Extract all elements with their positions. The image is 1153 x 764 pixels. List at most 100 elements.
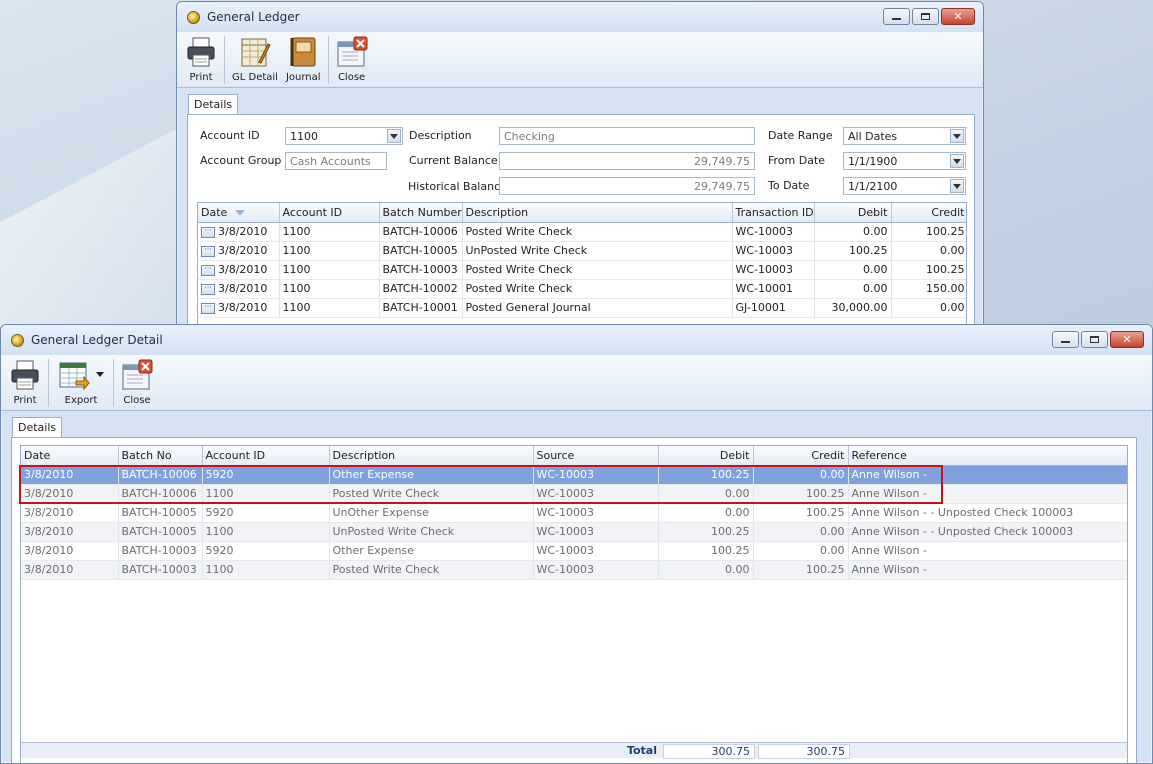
table-cell: Posted Write Check: [462, 279, 733, 299]
table-cell: WC-10003: [732, 241, 815, 261]
table-row[interactable]: 3/8/2010 BATCH-10003 1100 Posted Write Chec…: [21, 560, 1127, 580]
journal-button[interactable]: Journal: [282, 34, 325, 85]
detail-window-title: General Ledger Detail: [31, 333, 163, 347]
table-cell: 1100: [279, 260, 380, 280]
column-header-credit[interactable]: Credit: [891, 203, 966, 223]
close-button[interactable]: Close: [117, 357, 157, 408]
table-row[interactable]: 3/8/2010 BATCH-10005 5920 UnOther Expense WC…: [21, 503, 1127, 523]
column-header-reference[interactable]: Reference: [848, 446, 1127, 466]
table-row[interactable]: ··· 3/8/2010 1100 BATCH-10005 UnPosted Write…: [198, 241, 966, 261]
description-label: Description: [409, 129, 472, 142]
table-cell: 1100: [202, 522, 330, 542]
table-cell: 3/8/2010: [21, 503, 119, 523]
table-row[interactable]: ··· 3/8/2010 1100 BATCH-10001 Posted General…: [198, 298, 966, 318]
chevron-down-icon[interactable]: [950, 154, 964, 168]
chevron-down-icon[interactable]: [96, 371, 104, 377]
date-range-label: Date Range: [768, 129, 833, 142]
chevron-down-icon[interactable]: [950, 129, 964, 143]
totals-row: Total 300.75 300.75: [21, 742, 1127, 759]
table-cell: 0.00: [753, 465, 849, 485]
minimize-button[interactable]: [883, 8, 910, 25]
table-cell: BATCH-10006: [379, 222, 463, 242]
gl-transactions-grid: Date Account ID Batch Number Description…: [197, 202, 967, 330]
table-cell: Anne Wilson -: [848, 541, 1127, 561]
column-header-description[interactable]: Description: [329, 446, 534, 466]
tab-details[interactable]: Details: [188, 94, 239, 116]
row-expand-button[interactable]: ···: [201, 245, 215, 257]
column-header-date[interactable]: Date: [198, 203, 280, 223]
chevron-down-icon[interactable]: [387, 129, 401, 143]
export-button[interactable]: Export: [52, 357, 110, 408]
maximize-button[interactable]: [1081, 331, 1108, 348]
row-expand-button[interactable]: ···: [201, 264, 215, 276]
table-cell: 1100: [279, 279, 380, 299]
column-header-batch-number[interactable]: Batch Number: [379, 203, 463, 223]
table-cell: 1100: [202, 560, 330, 580]
table-row[interactable]: 3/8/2010 BATCH-10003 5920 Other Expense WC-1…: [21, 541, 1127, 561]
description-field: Checking: [499, 127, 755, 145]
close-button[interactable]: Close: [332, 34, 372, 85]
table-cell: BATCH-10005: [379, 241, 463, 261]
print-button[interactable]: Print: [5, 357, 45, 408]
close-window-button[interactable]: ✕: [1110, 331, 1144, 348]
print-button[interactable]: Print: [181, 34, 221, 85]
grid-header-row: Date Batch No Account ID Description Sou…: [21, 446, 1127, 466]
maximize-icon: [1090, 336, 1099, 343]
export-spreadsheet-icon: [59, 362, 90, 391]
column-header-debit[interactable]: Debit: [658, 446, 754, 466]
table-cell: 1100: [279, 241, 380, 261]
table-cell: 100.25: [658, 465, 754, 485]
table-row[interactable]: ··· 3/8/2010 1100 BATCH-10006 Posted Write C…: [198, 222, 966, 242]
printer-icon: [187, 37, 215, 67]
date-range-dropdown[interactable]: All Dates: [843, 127, 966, 145]
column-header-credit[interactable]: Credit: [753, 446, 849, 466]
close-label: Close: [123, 395, 151, 406]
table-row[interactable]: ··· 3/8/2010 1100 BATCH-10002 Posted Write C…: [198, 279, 966, 299]
from-date-label: From Date: [768, 154, 826, 167]
chevron-down-icon[interactable]: [950, 179, 964, 193]
column-header-debit[interactable]: Debit: [814, 203, 892, 223]
row-expand-button[interactable]: ···: [201, 302, 215, 314]
table-cell: UnPosted Write Check: [462, 241, 733, 261]
from-date-picker[interactable]: 1/1/1900: [843, 152, 966, 170]
historical-balance-field: 29,749.75: [499, 177, 755, 195]
gl-detail-button[interactable]: GL Detail: [228, 34, 282, 85]
row-expand-button[interactable]: ···: [201, 226, 215, 238]
table-cell: 3/8/2010: [21, 484, 119, 504]
column-header-date[interactable]: Date: [21, 446, 119, 466]
table-cell: Anne Wilson - - Unposted Check 100003: [848, 522, 1127, 542]
column-header-account-id[interactable]: Account ID: [279, 203, 380, 223]
total-credit: 300.75: [758, 744, 850, 759]
column-header-account-id[interactable]: Account ID: [202, 446, 330, 466]
gl-detail-icon: [241, 38, 271, 67]
table-cell: 5920: [202, 541, 330, 561]
cell-date: ··· 3/8/2010: [198, 279, 280, 299]
gl-titlebar[interactable]: General Ledger ✕: [177, 2, 983, 32]
table-row[interactable]: ··· 3/8/2010 1100 BATCH-10003 Posted Write C…: [198, 260, 966, 280]
row-expand-button[interactable]: ···: [201, 283, 215, 295]
table-cell: BATCH-10003: [379, 260, 463, 280]
to-date-picker[interactable]: 1/1/2100: [843, 177, 966, 195]
table-cell: Anne Wilson -: [848, 465, 1127, 485]
column-header-batch-no[interactable]: Batch No: [118, 446, 203, 466]
table-cell: 0.00: [658, 503, 754, 523]
table-cell: Other Expense: [329, 465, 534, 485]
table-cell: 5920: [202, 503, 330, 523]
cell-date-text: 3/8/2010: [218, 263, 268, 276]
table-row[interactable]: 3/8/2010 BATCH-10005 1100 UnPosted Write Ch…: [21, 522, 1127, 542]
column-header-transaction-id[interactable]: Transaction ID: [732, 203, 815, 223]
account-group-field: Cash Accounts: [285, 152, 387, 170]
maximize-button[interactable]: [912, 8, 939, 25]
table-cell: 100.25: [658, 522, 754, 542]
account-id-dropdown[interactable]: 1100: [285, 127, 403, 145]
current-balance-label: Current Balance: [409, 154, 498, 167]
minimize-button[interactable]: [1052, 331, 1079, 348]
tab-details[interactable]: Details: [12, 417, 63, 439]
column-header-source[interactable]: Source: [533, 446, 659, 466]
close-window-button[interactable]: ✕: [941, 8, 975, 25]
table-row[interactable]: 3/8/2010 BATCH-10006 5920 Other Expense WC-1…: [21, 465, 1127, 485]
column-header-description[interactable]: Description: [462, 203, 733, 223]
detail-titlebar[interactable]: General Ledger Detail ✕: [1, 325, 1152, 355]
table-row[interactable]: 3/8/2010 BATCH-10006 1100 Posted Write Chec…: [21, 484, 1127, 504]
account-id-label: Account ID: [200, 129, 260, 142]
